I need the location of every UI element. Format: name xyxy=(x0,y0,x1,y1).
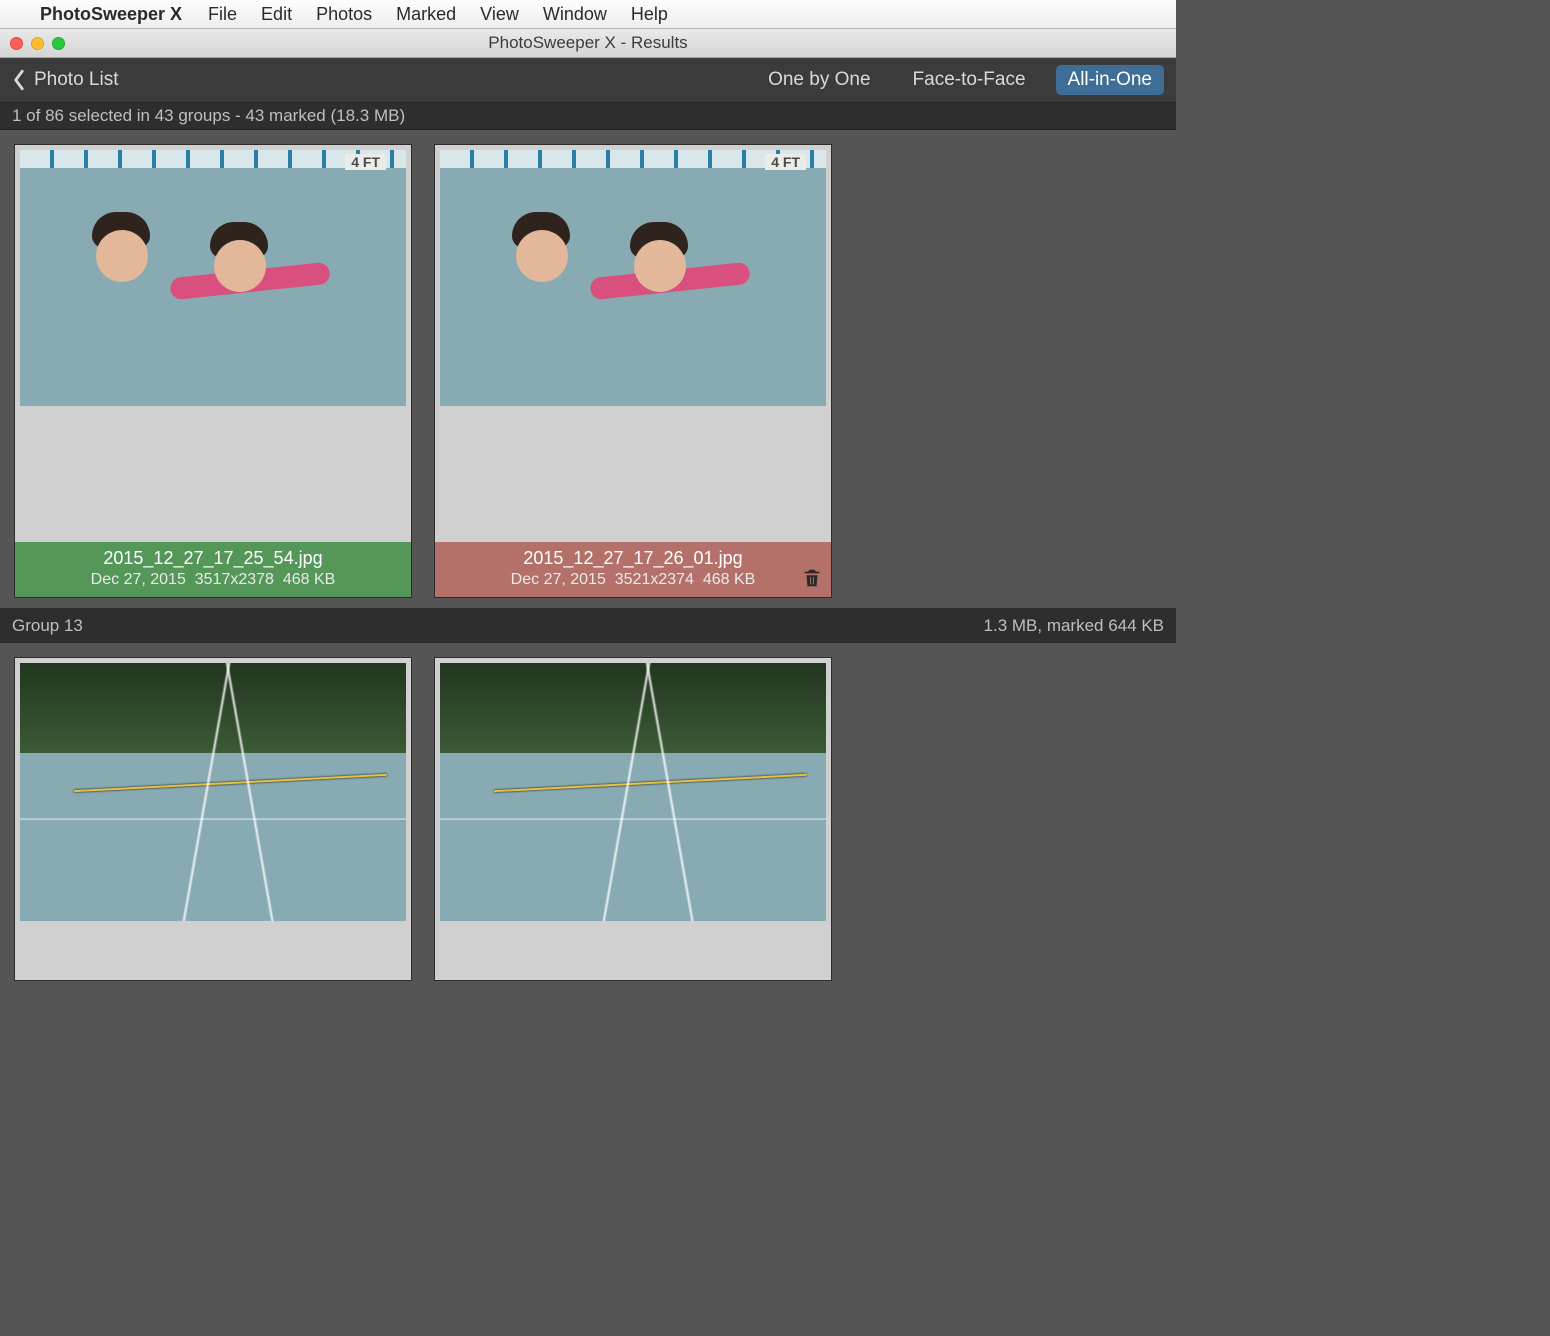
back-button[interactable]: Photo List xyxy=(12,69,119,91)
menu-edit[interactable]: Edit xyxy=(249,4,304,25)
view-face-to-face[interactable]: Face-to-Face xyxy=(901,65,1038,95)
photo-card[interactable]: 4 FT 2015_12_27_17_26_01.jpg Dec 27, 201… xyxy=(434,144,832,598)
selection-summary: 1 of 86 selected in 43 groups - 43 marke… xyxy=(12,106,405,126)
group-row xyxy=(14,657,1162,981)
group-size-summary: 1.3 MB, marked 644 KB xyxy=(984,616,1164,636)
view-one-by-one[interactable]: One by One xyxy=(756,65,882,95)
toolbar: Photo List One by One Face-to-Face All-i… xyxy=(0,58,1176,103)
menubar: PhotoSweeper X File Edit Photos Marked V… xyxy=(0,0,1176,29)
chevron-left-icon xyxy=(12,69,26,91)
photo-card[interactable]: 4 FT 2015_12_27_17_25_54.jpg Dec 27, 201… xyxy=(14,144,412,598)
close-button[interactable] xyxy=(10,37,23,50)
menu-help[interactable]: Help xyxy=(619,4,680,25)
photo-thumbnail[interactable] xyxy=(440,663,826,921)
photo-caption: 2015_12_27_17_26_01.jpg Dec 27, 2015 352… xyxy=(435,542,831,597)
window-titlebar: PhotoSweeper X - Results xyxy=(0,29,1176,58)
group-name: Group 13 xyxy=(12,616,83,636)
menu-file[interactable]: File xyxy=(196,4,249,25)
menu-marked[interactable]: Marked xyxy=(384,4,468,25)
photo-date: Dec 27, 2015 xyxy=(511,571,606,588)
menu-window[interactable]: Window xyxy=(531,4,619,25)
photo-filename: 2015_12_27_17_25_54.jpg xyxy=(23,548,403,569)
app-name-menu[interactable]: PhotoSweeper X xyxy=(40,4,182,25)
photo-caption: 2015_12_27_17_25_54.jpg Dec 27, 2015 351… xyxy=(15,542,411,597)
window-title: PhotoSweeper X - Results xyxy=(0,33,1176,53)
photo-thumbnail[interactable]: 4 FT xyxy=(20,150,406,406)
depth-marker: 4 FT xyxy=(765,154,806,170)
minimize-button[interactable] xyxy=(31,37,44,50)
photo-size: 468 KB xyxy=(283,571,335,588)
menu-view[interactable]: View xyxy=(468,4,531,25)
photo-filename: 2015_12_27_17_26_01.jpg xyxy=(443,548,823,569)
photo-card[interactable] xyxy=(434,657,832,981)
trash-icon[interactable] xyxy=(801,567,823,589)
photo-thumbnail[interactable]: 4 FT xyxy=(440,150,826,406)
photo-date: Dec 27, 2015 xyxy=(91,571,186,588)
selection-status: 1 of 86 selected in 43 groups - 43 marke… xyxy=(0,103,1176,130)
results-grid[interactable]: 4 FT 2015_12_27_17_25_54.jpg Dec 27, 201… xyxy=(0,130,1176,1013)
photo-thumbnail[interactable] xyxy=(20,663,406,921)
view-all-in-one[interactable]: All-in-One xyxy=(1056,65,1164,95)
group-header: Group 13 1.3 MB, marked 644 KB xyxy=(0,608,1176,643)
depth-marker: 4 FT xyxy=(345,154,386,170)
photo-dimensions: 3517x2378 xyxy=(195,571,274,588)
photo-dimensions: 3521x2374 xyxy=(615,571,694,588)
photo-size: 468 KB xyxy=(703,571,755,588)
photo-card[interactable] xyxy=(14,657,412,981)
group-row: 4 FT 2015_12_27_17_25_54.jpg Dec 27, 201… xyxy=(14,144,1162,598)
view-switcher: One by One Face-to-Face All-in-One xyxy=(756,65,1164,95)
zoom-button[interactable] xyxy=(52,37,65,50)
back-label: Photo List xyxy=(34,69,119,91)
menu-photos[interactable]: Photos xyxy=(304,4,384,25)
traffic-lights xyxy=(10,37,65,50)
